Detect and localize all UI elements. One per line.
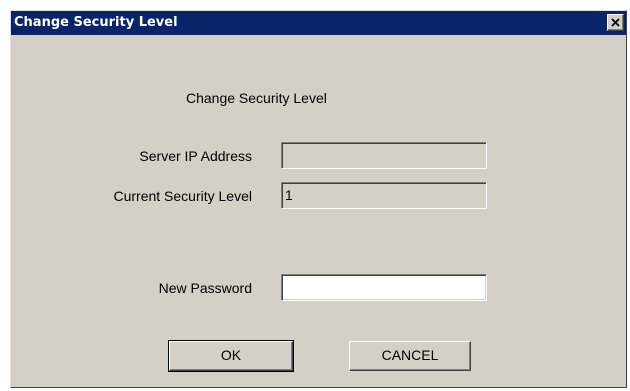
ok-button[interactable]: OK [168, 340, 294, 372]
new-password-label: New Password [158, 280, 252, 296]
close-button[interactable] [607, 14, 624, 31]
security-level-label: Current Security Level [113, 188, 252, 204]
window-title: Change Security Level [14, 15, 178, 30]
change-security-level-dialog: Change Security Level Change Security Le… [10, 10, 627, 388]
close-icon [611, 18, 620, 27]
title-bar[interactable]: Change Security Level [11, 11, 626, 35]
security-level-field[interactable]: 1 [281, 182, 487, 209]
new-password-input[interactable] [281, 274, 487, 301]
cancel-button[interactable]: CANCEL [349, 341, 471, 371]
server-ip-label: Server IP Address [139, 148, 252, 164]
server-ip-field[interactable] [281, 142, 487, 169]
dialog-heading: Change Security Level [186, 90, 327, 106]
